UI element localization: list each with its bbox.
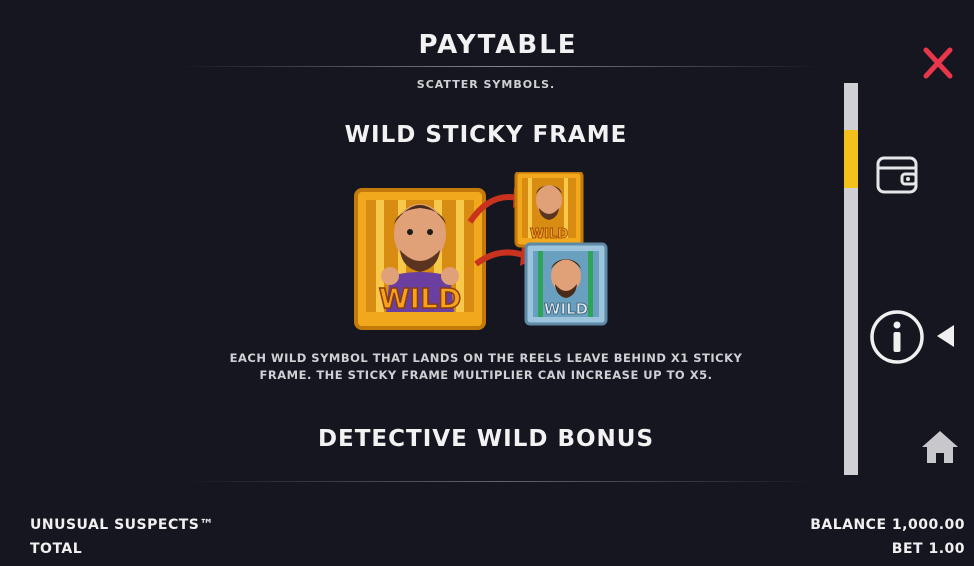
game-name: UNUSUAL SUSPECTS™ [30, 517, 214, 533]
wallet-button[interactable] [874, 154, 920, 196]
section-title-wild-sticky-frame: WILD STICKY FRAME [344, 122, 628, 148]
close-button[interactable] [918, 44, 958, 84]
svg-text:WILD: WILD [544, 300, 588, 318]
wild-sticky-frame-description-line1: EACH WILD SYMBOL THAT LANDS ON THE REELS… [229, 351, 743, 365]
wild-sticky-frame-illustration: WILD WILD WILD [350, 170, 620, 342]
title-divider [180, 66, 820, 67]
triangle-left-icon [937, 325, 954, 347]
home-button[interactable] [920, 428, 960, 466]
bet-display: BET 1.00 [892, 541, 965, 557]
scrollbar-thumb[interactable] [844, 130, 858, 188]
cut-off-text: SCATTER SYMBOLS. [416, 78, 556, 91]
total-label: TOTAL [30, 541, 83, 557]
balance-value: 1,000.00 [891, 517, 965, 533]
home-icon [922, 431, 958, 463]
close-icon [923, 47, 953, 79]
gold-wild-symbol: WILD [354, 188, 486, 330]
info-active-indicator [934, 322, 958, 350]
section-title-detective-wild-bonus: DETECTIVE WILD BONUS [317, 426, 655, 452]
small-silver-wild-symbol: WILD [524, 242, 608, 326]
svg-text:WILD: WILD [530, 227, 568, 242]
page-title: PAYTABLE [418, 30, 578, 60]
info-icon [870, 310, 924, 364]
small-gold-wild-symbol: WILD [514, 170, 584, 248]
content-bottom-divider [180, 481, 820, 482]
wild-sticky-frame-description-line2: FRAME. THE STICKY FRAME MULTIPLIER CAN I… [259, 368, 713, 382]
scrollbar[interactable] [844, 83, 858, 475]
bet-label: BET [891, 541, 924, 557]
wallet-icon [876, 156, 918, 194]
balance-label: BALANCE [810, 517, 887, 533]
bet-value: 1.00 [928, 541, 965, 557]
info-button[interactable] [868, 308, 926, 366]
wild-label-large: WILD [379, 282, 461, 315]
paytable-content[interactable]: SCATTER SYMBOLS. WILD STICKY FRAME WILD [150, 70, 820, 478]
balance-display: BALANCE 1,000.00 [810, 517, 965, 533]
